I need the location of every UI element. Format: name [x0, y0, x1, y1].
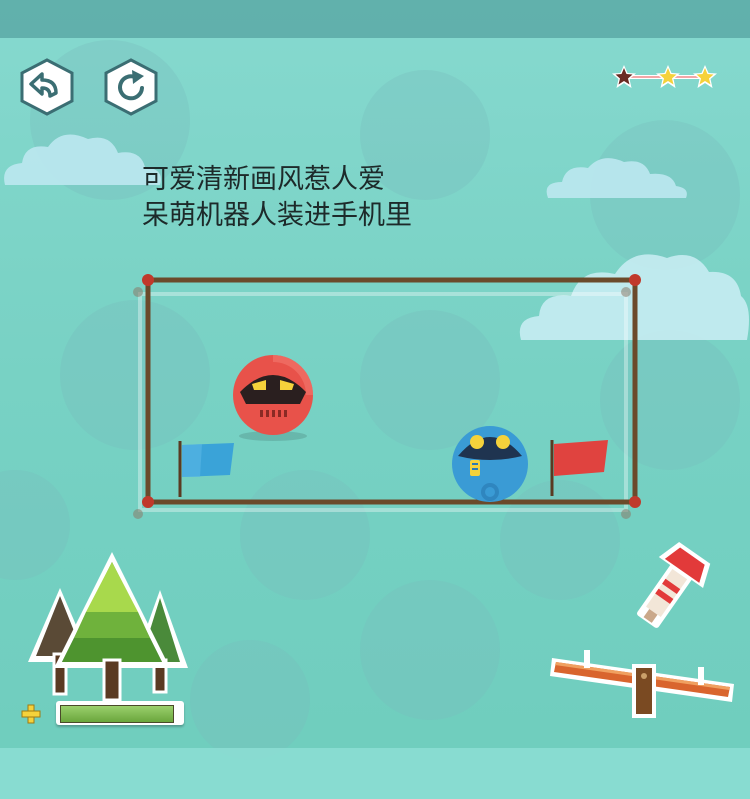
promo-caption: 可爱清新画风惹人爱 呆萌机器人装进手机里 [142, 162, 412, 234]
red-flag [550, 440, 608, 496]
eye [470, 435, 484, 449]
caption-line-2: 呆萌机器人装进手机里 [142, 200, 412, 231]
eye [496, 435, 510, 449]
back-button[interactable] [18, 58, 76, 116]
bottom-banner [0, 748, 750, 799]
energy-bar [56, 701, 184, 725]
background-blob [190, 640, 310, 760]
caption-line-1: 可爱清新画风惹人爱 [142, 164, 385, 195]
restart-button[interactable] [102, 58, 160, 116]
star-icon-dark [612, 65, 636, 88]
seesaw-tool[interactable] [548, 640, 738, 725]
top-banner [0, 0, 750, 38]
blue-flag [178, 441, 234, 497]
blue-robot[interactable] [446, 420, 534, 506]
megaphone-icon [637, 541, 711, 628]
game-scene: 可爱清新画风惹人爱 呆萌机器人装进手机里 [0, 0, 750, 799]
level-stars [612, 65, 717, 88]
red-robot[interactable] [226, 352, 320, 442]
star-icon [693, 65, 717, 88]
star-icon [656, 65, 680, 88]
energy-meter [18, 697, 188, 731]
background-blob [360, 580, 500, 720]
seesaw-plank-icon [550, 650, 734, 718]
energy-fill [60, 705, 174, 723]
cloud [546, 158, 687, 198]
plus-icon[interactable] [20, 703, 42, 725]
pine-trees [28, 552, 188, 702]
megaphone-tool[interactable] [622, 532, 722, 642]
